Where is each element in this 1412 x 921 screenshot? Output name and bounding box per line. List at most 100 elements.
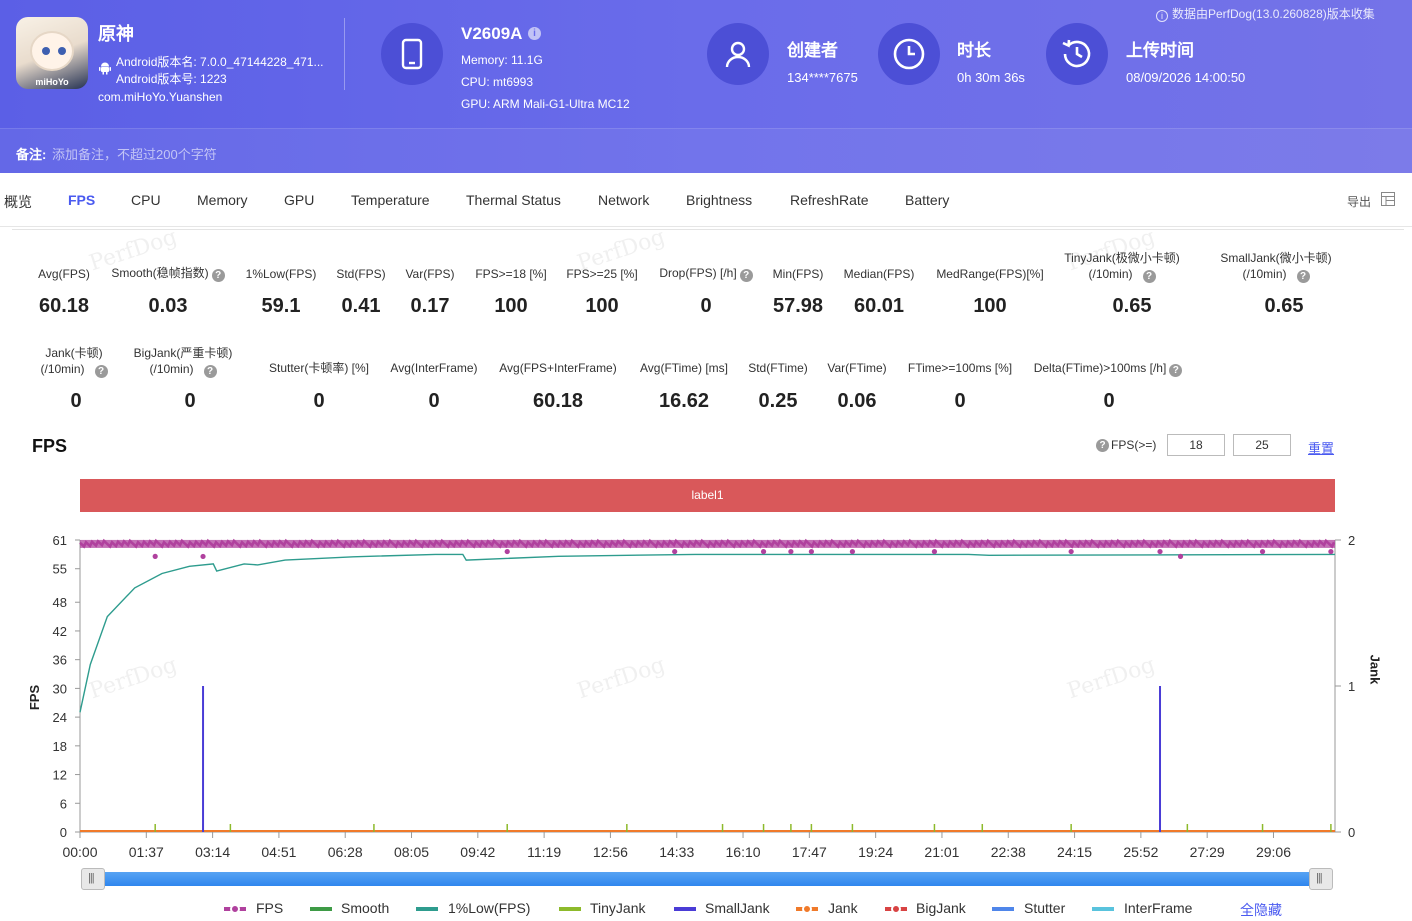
legend-marker[interactable] xyxy=(891,904,901,914)
device-icon xyxy=(381,23,443,85)
legend-marker[interactable] xyxy=(230,904,240,914)
duration-value: 0h 30m 36s xyxy=(957,70,1025,85)
chart-legend: FPS Smooth 1%Low(FPS) TinyJank SmallJank Jank… xyxy=(0,899,1412,921)
legend-item[interactable]: TinyJank xyxy=(590,900,646,916)
metric-value: 0.06 xyxy=(837,390,877,412)
x-tick-label: 04:51 xyxy=(261,844,296,860)
app-icon-eye xyxy=(58,47,66,55)
metric-label-text: TinyJank(极微小卡顿) xyxy=(1064,251,1180,265)
tab-fps[interactable]: FPS xyxy=(68,192,95,208)
header-divider xyxy=(344,18,345,90)
fps-dip-point xyxy=(504,548,510,555)
help-icon[interactable]: ? xyxy=(211,269,225,282)
y2-axis-title: Jank xyxy=(1367,654,1383,685)
help-icon[interactable]: ? xyxy=(1096,439,1109,452)
metric-value: 0 xyxy=(70,390,82,412)
note-input[interactable]: 添加备注，不超过200个字符 xyxy=(52,144,217,163)
help-icon[interactable]: ? xyxy=(739,269,753,282)
tab-network[interactable]: Network xyxy=(598,192,649,208)
creator-title: 创建者 xyxy=(787,41,838,60)
tab-brightness[interactable]: Brightness xyxy=(686,192,752,208)
metric-label: FPS>=18 [%] xyxy=(475,267,547,281)
fps-threshold-input-1[interactable] xyxy=(1167,434,1225,456)
legend-swatch[interactable] xyxy=(992,907,1014,911)
metric-value: 0.25 xyxy=(758,390,798,412)
tab-gpu[interactable]: GPU xyxy=(284,192,314,208)
metric-label: Std(FTime) xyxy=(748,361,808,375)
label-band[interactable]: label1 xyxy=(80,479,1335,512)
user-icon xyxy=(707,23,769,85)
tab-memory[interactable]: Memory xyxy=(197,192,248,208)
help-icon[interactable]: ? xyxy=(94,365,108,378)
y-axis-title: FPS xyxy=(27,684,43,711)
note-bar[interactable]: 备注: 添加备注，不超过200个字符 xyxy=(0,128,1412,173)
x-tick-label: 06:28 xyxy=(328,844,363,860)
fps-dip-point xyxy=(152,553,158,559)
legend-item[interactable]: Jank xyxy=(828,900,858,916)
android-icon xyxy=(99,62,111,75)
metric-label-text: Jank(卡顿) xyxy=(45,346,103,360)
legend-marker[interactable] xyxy=(802,904,812,914)
hide-all-button[interactable]: 全隐藏 xyxy=(1240,900,1282,920)
zoom-slider[interactable] xyxy=(80,868,1338,890)
metric-label: Drop(FPS) [/h]? xyxy=(650,265,762,282)
upload-value: 08/09/2026 14:00:50 xyxy=(1126,70,1246,85)
help-icon[interactable]: ? xyxy=(1169,364,1183,377)
legend-item[interactable]: 1%Low(FPS) xyxy=(448,900,530,916)
metric-value: 0 xyxy=(313,390,325,412)
legend-swatch[interactable] xyxy=(416,907,438,911)
legend-item[interactable]: FPS xyxy=(256,900,283,916)
export-button[interactable]: 导出 xyxy=(1347,193,1371,210)
low1-series-line xyxy=(79,553,1336,713)
metric-value: 0.17 xyxy=(410,295,450,317)
legend-item[interactable]: Smooth xyxy=(341,900,389,916)
metric-value: 0 xyxy=(1103,390,1115,412)
legend-item[interactable]: BigJank xyxy=(916,900,966,916)
x-tick-label: 00:00 xyxy=(62,844,97,860)
zoom-handle-right[interactable] xyxy=(1309,868,1333,890)
device-cpu: CPU: mt6993 xyxy=(461,75,534,89)
zoom-handle-left[interactable] xyxy=(81,868,105,890)
help-icon[interactable]: ? xyxy=(203,365,217,378)
fps-threshold-label: FPS(>=) xyxy=(1111,438,1157,452)
fps-threshold-input-2[interactable] xyxy=(1233,434,1291,456)
metric-label: Var(FTime) xyxy=(827,361,887,375)
metric-label-unit: (/10min) xyxy=(1088,267,1133,281)
fps-dip-point xyxy=(1157,548,1163,555)
x-tick-label: 11:19 xyxy=(527,844,561,860)
help-icon[interactable]: ? xyxy=(1296,270,1310,283)
table-export-icon[interactable] xyxy=(1381,192,1395,206)
x-tick-label: 19:24 xyxy=(858,844,893,860)
metric-label-text: Delta(FTime)>100ms [/h] xyxy=(1033,361,1167,375)
fps-chart[interactable]: 0612182430364248556101200:00 01:37 03:14 04… xyxy=(0,515,1412,865)
legend-swatch[interactable] xyxy=(310,907,332,911)
legend-item[interactable]: Stutter xyxy=(1024,900,1065,916)
tab-temperature[interactable]: Temperature xyxy=(351,192,430,208)
help-icon[interactable]: ? xyxy=(1142,270,1156,283)
legend-swatch[interactable] xyxy=(674,907,696,911)
device-info-icon[interactable]: i xyxy=(528,27,541,40)
legend-item[interactable]: SmallJank xyxy=(705,900,770,916)
fps-dip-point xyxy=(1177,553,1184,559)
history-icon xyxy=(1046,23,1108,85)
y-tick-label: 30 xyxy=(53,681,67,696)
metric-label-unit: (/10min) xyxy=(1242,267,1287,281)
tab-refreshrate[interactable]: RefreshRate xyxy=(790,192,869,208)
app-icon: miHoYo xyxy=(16,17,88,89)
tab-thermal-status[interactable]: Thermal Status xyxy=(466,192,561,208)
reset-link[interactable]: 重置 xyxy=(1308,438,1334,457)
legend-swatch[interactable] xyxy=(559,907,581,911)
metric-value: 0 xyxy=(700,295,712,317)
tab-battery[interactable]: Battery xyxy=(905,192,949,208)
report-header: miHoYo 原神 Android版本名: 7.0.0_47144228_471… xyxy=(0,0,1412,173)
tab-overview[interactable]: 概览 xyxy=(4,192,32,212)
metric-value: 0.41 xyxy=(341,295,381,317)
zoom-slider-track[interactable] xyxy=(92,872,1324,886)
y-tick-label: 12 xyxy=(53,768,67,783)
creator-value: 134****7675 xyxy=(787,70,858,85)
content-divider xyxy=(12,229,1404,230)
legend-item[interactable]: InterFrame xyxy=(1124,900,1192,916)
metric-label: Median(FPS) xyxy=(843,267,915,281)
legend-swatch[interactable] xyxy=(1092,907,1114,911)
tab-cpu[interactable]: CPU xyxy=(131,192,161,208)
